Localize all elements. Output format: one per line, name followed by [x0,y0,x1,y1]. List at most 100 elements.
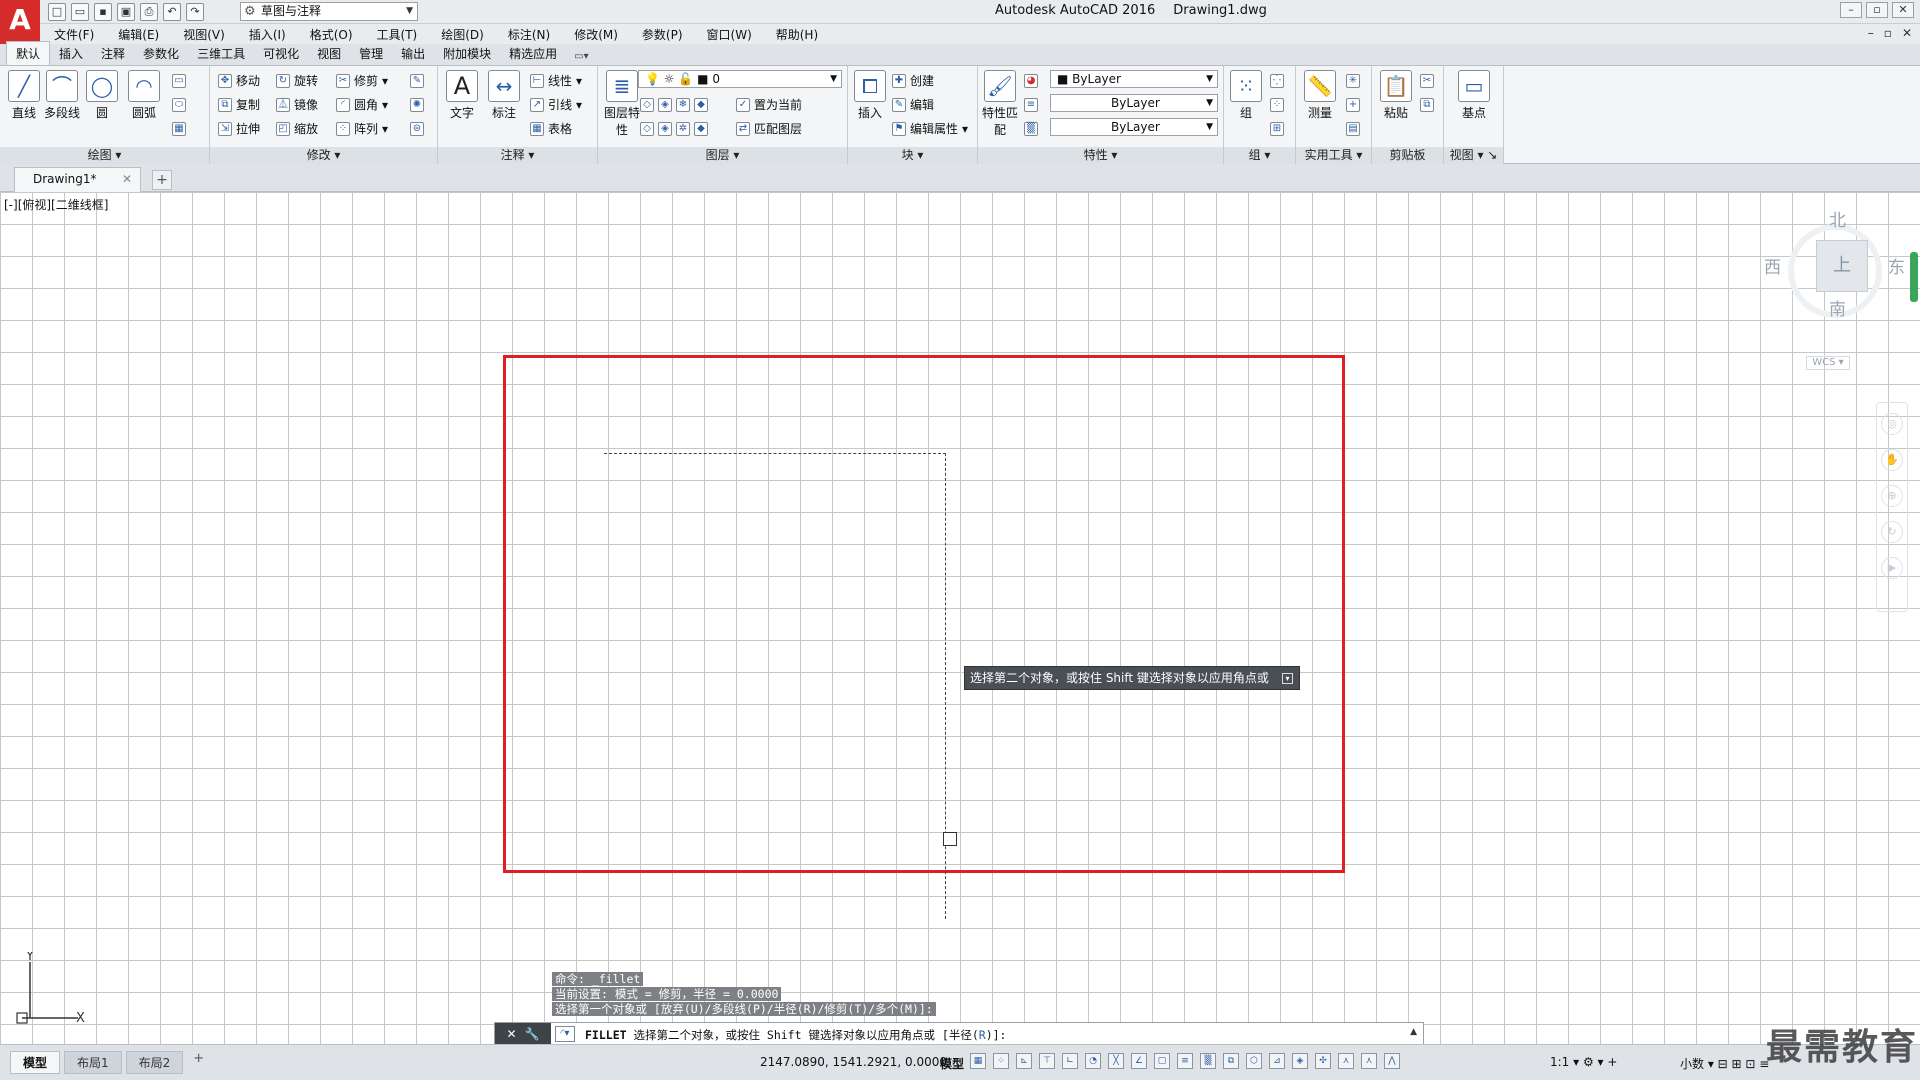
linetype-select[interactable]: ByLayer ▼ [1050,94,1218,112]
linear-button[interactable]: ⊢ 线性 ▾ [530,72,582,90]
polar-tracking-icon[interactable]: ◔ [1085,1053,1101,1069]
isometric-icon[interactable]: ╳ [1108,1053,1124,1069]
object-snap-icon[interactable]: ▢ [1154,1053,1170,1069]
lineweight-icon[interactable]: ≡ [1024,96,1038,114]
hatch-button[interactable]: ▦ [172,120,186,138]
close-button[interactable]: ✕ [1892,2,1914,18]
menu-view[interactable]: 视图(V) [183,26,225,43]
array-button[interactable]: ⁘ 阵列 ▾ [336,120,388,138]
application-menu-button[interactable]: A [0,0,40,44]
command-prompt[interactable]: FILLET 选择第二个对象，或按住 Shift 键选择对象以应用角点或 [半径… [585,1027,1006,1043]
new-icon[interactable]: □ [48,3,66,21]
viewport-controls[interactable]: [-][俯视][二维线框] [4,196,108,213]
tab-model[interactable]: 模型 [10,1051,61,1074]
layer-select[interactable]: 💡 ☼ 🔓 ■ 0 ▼ [638,70,842,88]
zoom-icon[interactable]: ⊕ [1881,485,1903,507]
ribbon-minimize-icon[interactable]: ▭▾ [566,48,596,65]
showmotion-icon[interactable]: ▶ [1881,557,1903,579]
color-select[interactable]: ■ ByLayer ▼ [1050,70,1218,88]
layer-isolate-icon[interactable]: ◈ [658,98,672,112]
measure-button[interactable]: 📏 测量 [1300,70,1340,121]
viewcube[interactable]: 北 西 东 南 上 [1760,202,1910,342]
menu-insert[interactable]: 插入(I) [249,26,286,43]
create-block-button[interactable]: ✚ 创建 [892,72,934,90]
move-button[interactable]: ✥ 移动 [218,72,260,90]
match-properties-button[interactable]: 🖌 特性匹配 [980,70,1020,138]
polyline-button[interactable]: ⌒ 多段线 [42,70,82,121]
compass-east[interactable]: 东 [1888,253,1905,278]
stretch-button[interactable]: ⇲ 拉伸 [218,120,260,138]
tab-output[interactable]: 输出 [392,42,434,65]
lineweight-icon[interactable]: ≡ [1177,1053,1193,1069]
close-icon[interactable]: ✕ [506,1027,516,1041]
tab-visualize[interactable]: 可视化 [254,42,308,65]
maximize-button[interactable]: ▫ [1866,2,1888,18]
units-select[interactable]: 小数 ▾ ⊟ ⊞ ⊡ ≡ [1680,1055,1769,1072]
panel-modify-title[interactable]: 修改 ▾ [210,147,437,164]
redo-icon[interactable]: ↷ [186,3,204,21]
group-select-icon[interactable]: ⊞ [1270,120,1284,138]
menu-file[interactable]: 文件(F) [54,26,94,43]
text-button[interactable]: A 文字 [442,70,482,121]
transparency-icon[interactable]: ▒ [1200,1053,1216,1069]
annotation-visibility-icon[interactable]: ⋏ [1338,1053,1354,1069]
tab-view[interactable]: 视图 [308,42,350,65]
3d-osnap-icon[interactable]: ⬡ [1246,1053,1262,1069]
panel-draw-title[interactable]: 绘图 ▾ [0,147,209,164]
selection-filter-icon[interactable]: ◈ [1292,1053,1308,1069]
command-line[interactable]: ✕ 🔧 ◜▾ FILLET 选择第二个对象，或按住 Shift 键选择对象以应用… [494,1022,1424,1046]
pan-icon[interactable]: ✋ [1881,449,1903,471]
panel-utilities-title[interactable]: 实用工具 ▾ [1296,147,1371,164]
menu-tools[interactable]: 工具(T) [377,26,418,43]
base-view-button[interactable]: ▭ 基点 [1454,70,1494,121]
steering-wheel-icon[interactable]: ◎ [1881,413,1903,435]
group-edit-icon[interactable]: ⁘ [1270,96,1284,114]
quick-select-icon[interactable]: ✳ [1346,72,1360,90]
dimension-button[interactable]: ↔ 标注 [484,70,524,121]
panel-clipboard-title[interactable]: 剪贴板 [1372,147,1443,164]
orbit-icon[interactable]: ↻ [1881,521,1903,543]
coordinates-readout[interactable]: 2147.0890, 1541.2921, 0.0000 [760,1055,947,1069]
calculator-icon[interactable]: ▤ [1346,120,1360,138]
table-button[interactable]: ▦ 表格 [530,120,572,138]
tab-layout1[interactable]: 布局1 [64,1051,122,1074]
doc-minimize-icon[interactable]: – [1868,26,1874,40]
line-button[interactable]: ╱ 直线 [4,70,44,121]
ellipse-button[interactable]: ⬭ [172,96,186,114]
tab-addins[interactable]: 附加模块 [434,42,500,65]
drawing-canvas[interactable]: [-][俯视][二维线框] 选择第二个对象，或按住 Shift 键选择对象以应用… [0,192,1920,1044]
options-down-icon[interactable]: ▾ [1282,673,1293,684]
dynamic-ucs-icon[interactable]: ⊿ [1269,1053,1285,1069]
layer-thaw-icon[interactable]: ✲ [676,122,690,136]
gizmo-icon[interactable]: ✣ [1315,1053,1331,1069]
selected-line-horizontal[interactable] [604,453,946,454]
save-icon[interactable]: ▪ [94,3,112,21]
model-space-toggle[interactable]: 模型 [940,1055,964,1072]
panel-block-title[interactable]: 块 ▾ [848,147,977,164]
panel-layers-title[interactable]: 图层 ▾ [598,147,847,164]
leader-button[interactable]: ↗ 引线 ▾ [530,96,582,114]
offset-button[interactable]: ⊜ [410,120,424,138]
panel-view-title[interactable]: 视图 ▾ ↘ [1444,147,1503,164]
layer-unlock-icon[interactable]: ◆ [694,122,708,136]
doc-restore-icon[interactable]: ▫ [1884,26,1892,40]
drawn-rectangle[interactable] [503,355,1345,873]
option-radius[interactable]: R [979,1028,986,1042]
panel-properties-title[interactable]: 特性 ▾ [978,147,1223,164]
compass-north[interactable]: 北 [1829,206,1846,231]
cut-icon[interactable]: ✂ [1420,72,1434,90]
mirror-button[interactable]: ⏅ 镜像 [276,96,318,114]
annotation-scale-select[interactable]: 1:1 ▾ ⚙ ▾ + [1550,1055,1617,1069]
annotation-scale-icon[interactable]: ⋀ [1384,1053,1400,1069]
layer-on-icon[interactable]: ◇ [640,122,654,136]
layer-properties-button[interactable]: ≣ 图层特性 [602,70,642,138]
tab-insert[interactable]: 插入 [50,42,92,65]
color-wheel-icon[interactable]: ◕ [1024,72,1038,90]
wcs-menu[interactable]: WCS ▾ [1806,356,1850,370]
close-icon[interactable]: ✕ [122,168,132,191]
menu-window[interactable]: 窗口(W) [707,26,752,43]
tab-featured-apps[interactable]: 精选应用 [500,42,566,65]
doc-close-icon[interactable]: ✕ [1902,26,1912,40]
fillet-command-icon[interactable]: ◜▾ [555,1026,575,1042]
group-button[interactable]: ⁙ 组 [1226,70,1266,121]
